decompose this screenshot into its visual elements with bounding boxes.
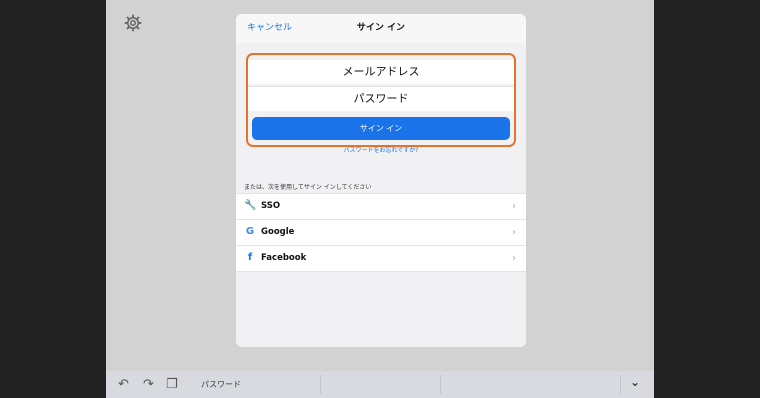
app-screen: キャンセル サイン イン メールアドレス パスワード サイン イン パスワードを… (106, 0, 654, 398)
divider (620, 375, 621, 394)
chevron-down-icon[interactable]: ⌄ (630, 375, 640, 389)
sso-label: SSO (261, 201, 281, 211)
undo-icon[interactable]: ↶ (118, 377, 129, 392)
chevron-right-icon: › (512, 227, 516, 238)
paste-icon[interactable]: ❐ (166, 377, 178, 392)
redo-icon[interactable]: ↷ (143, 377, 154, 392)
password-field[interactable]: パスワード (248, 86, 514, 111)
google-row[interactable]: G Google › (236, 219, 526, 245)
sso-row[interactable]: 🔧 SSO › (236, 193, 526, 219)
alternatives-list: 🔧 SSO › G Google › f Facebook › (236, 193, 526, 272)
forgot-password-link[interactable]: パスワードをお忘れですか? (236, 145, 526, 154)
wrench-icon: 🔧 (244, 200, 257, 211)
sheet-title: サイン イン (356, 23, 406, 33)
suggestion-text[interactable]: パスワード (201, 371, 241, 398)
google-label: Google (261, 227, 295, 237)
divider (320, 375, 321, 394)
keyboard-toolbar: ↶ ↷ ❐ パスワード ⌄ (106, 371, 654, 398)
divider (440, 375, 441, 394)
google-icon: G (245, 226, 255, 237)
sheet-header: キャンセル サイン イン (236, 14, 526, 43)
alternatives-label: または、次を使用してサイン インしてください (244, 184, 372, 191)
chevron-right-icon: › (512, 253, 516, 264)
facebook-icon: f (247, 252, 253, 263)
facebook-row[interactable]: f Facebook › (236, 245, 526, 272)
signin-sheet: キャンセル サイン イン メールアドレス パスワード サイン イン パスワードを… (236, 14, 526, 347)
chevron-right-icon: › (512, 201, 516, 212)
signin-button[interactable]: サイン イン (252, 117, 510, 140)
facebook-label: Facebook (261, 253, 307, 263)
email-field[interactable]: メールアドレス (248, 60, 514, 84)
gear-icon[interactable] (124, 14, 142, 32)
